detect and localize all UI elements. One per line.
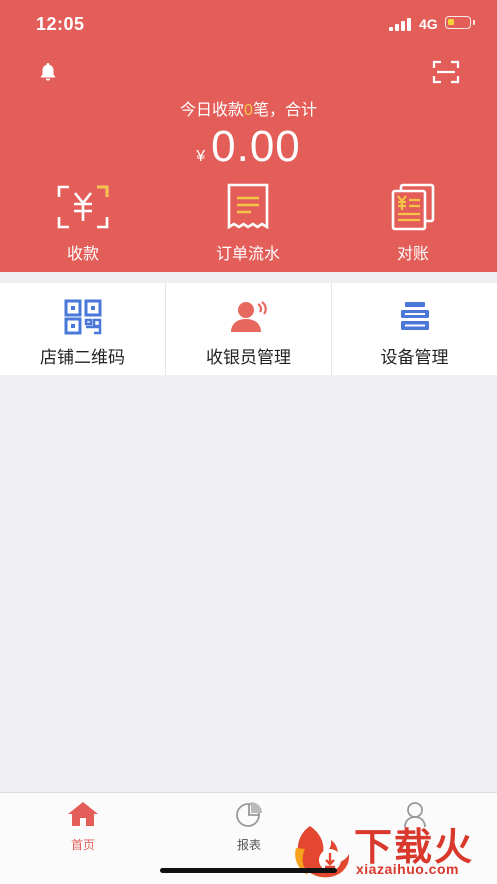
tab-report-label: 报表 xyxy=(236,838,261,852)
tab-home[interactable]: 首页 xyxy=(23,799,143,853)
qr-code-icon xyxy=(64,299,101,335)
watermark-url: xiazaihuo.com xyxy=(356,861,459,877)
home-indicator xyxy=(160,868,337,873)
summary-prefix: 今日收款 xyxy=(180,102,245,119)
device-management-button[interactable]: 设备管理 xyxy=(332,283,497,375)
currency-symbol: ¥ xyxy=(196,148,206,165)
today-summary: 今日收款0笔，合计 xyxy=(0,96,497,120)
summary-count: 0 xyxy=(244,102,253,119)
order-list-label: 订单流水 xyxy=(215,246,280,263)
cashier-management-button[interactable]: 收银员管理 xyxy=(166,283,331,375)
receive-payment-label: 收款 xyxy=(66,246,99,263)
home-icon xyxy=(68,802,98,826)
reconcile-button[interactable]: 对账 xyxy=(363,183,463,264)
report-icon xyxy=(236,802,262,827)
tab-home-label: 首页 xyxy=(70,838,95,852)
receive-payment-icon xyxy=(57,185,109,229)
device-management-label: 设备管理 xyxy=(380,348,449,367)
store-qr-code-label: 店铺二维码 xyxy=(40,348,125,367)
signal-icon xyxy=(389,18,413,31)
cashier-management-label: 收银员管理 xyxy=(206,348,291,367)
device-icon xyxy=(400,302,429,330)
header: 12:05 4G 今日收款0笔，合计 ¥0.00 收款 订单流水 对账 xyxy=(0,0,497,272)
order-list-icon xyxy=(227,183,269,230)
total-amount: ¥0.00 xyxy=(0,122,497,172)
reconcile-icon xyxy=(391,183,435,231)
reconcile-label: 对账 xyxy=(396,246,429,263)
bell-icon[interactable] xyxy=(36,60,60,84)
status-time: 12:05 xyxy=(36,14,85,34)
order-list-button[interactable]: 订单流水 xyxy=(198,183,298,264)
summary-suffix: 笔，合计 xyxy=(252,102,317,119)
scan-icon[interactable] xyxy=(432,60,460,84)
tab-report[interactable]: 报表 xyxy=(189,799,309,853)
store-qr-code-button[interactable]: 店铺二维码 xyxy=(0,283,165,375)
receive-payment-button[interactable]: 收款 xyxy=(33,183,133,264)
quick-actions: 收款 订单流水 对账 xyxy=(0,183,497,263)
network-label: 4G xyxy=(419,16,438,32)
feature-grid: 店铺二维码 收银员管理 设备管理 xyxy=(0,283,497,375)
status-bar: 12:05 4G xyxy=(0,0,497,46)
amount-value: 0.00 xyxy=(211,122,301,171)
cashier-icon xyxy=(230,301,267,332)
battery-icon xyxy=(445,16,475,29)
